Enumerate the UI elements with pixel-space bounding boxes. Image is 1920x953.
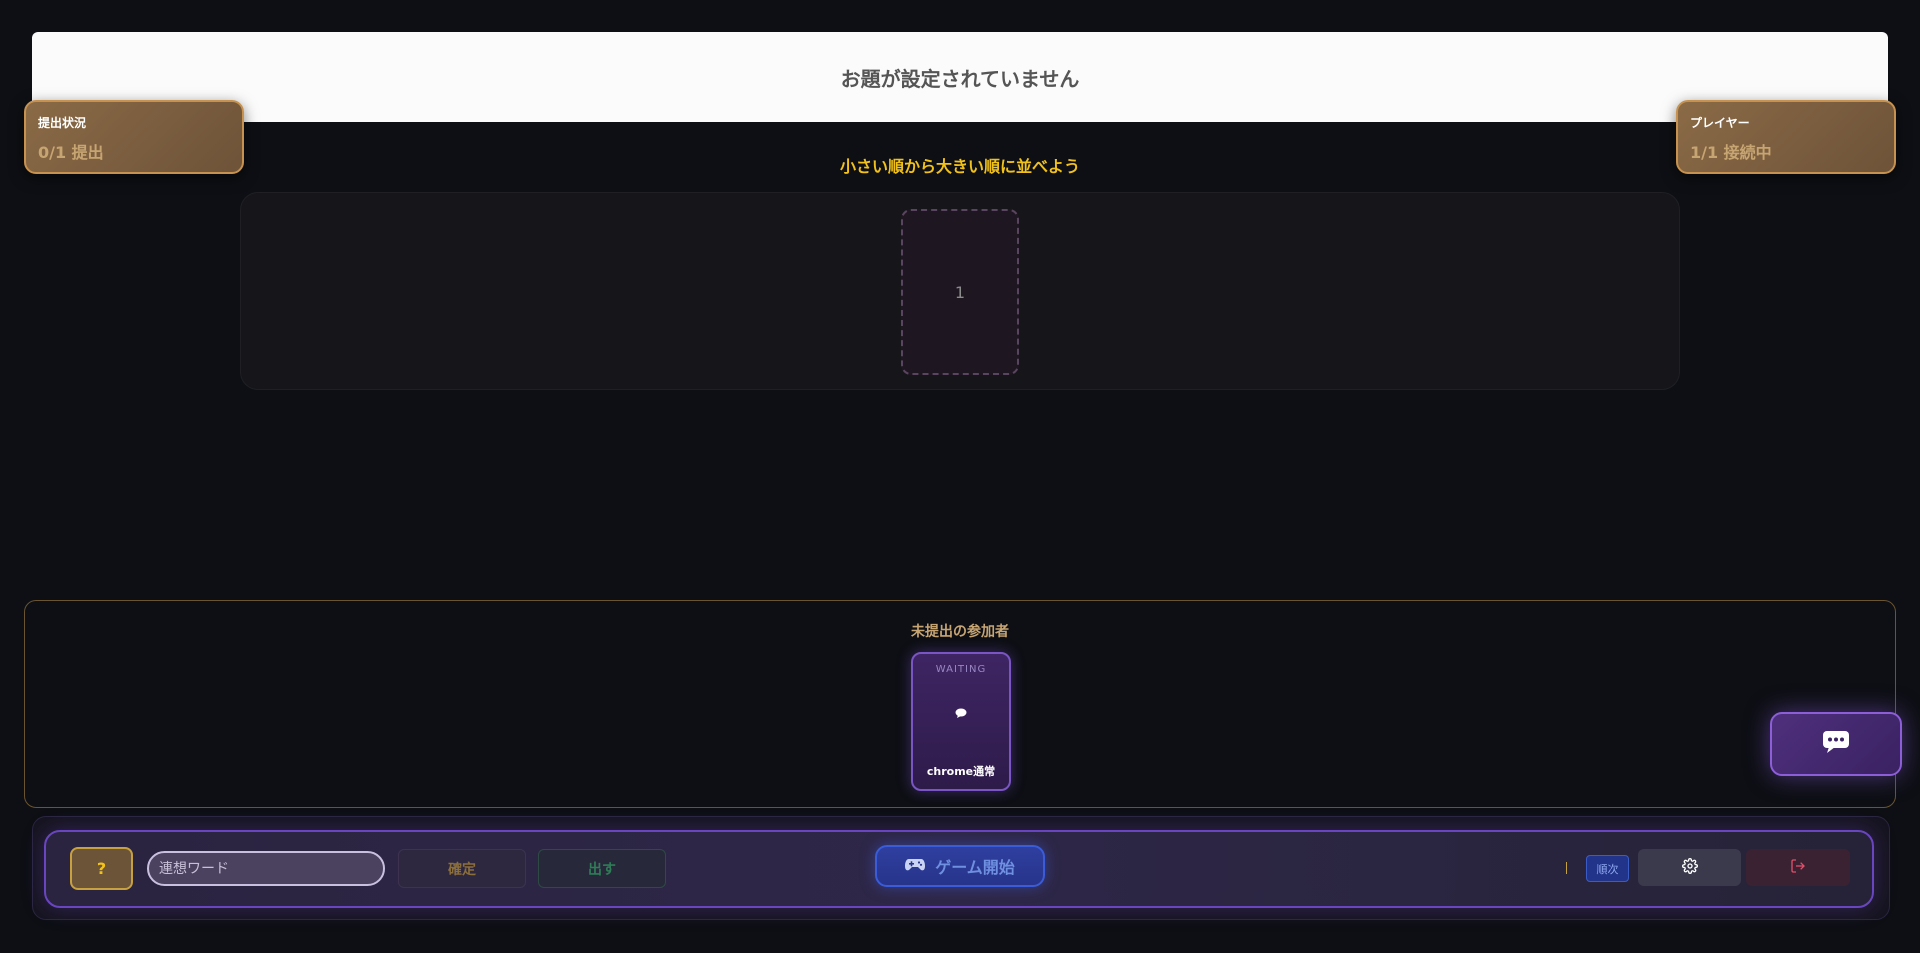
confirm-button[interactable]: 確定: [398, 849, 526, 888]
card-arrange-area: 1: [240, 192, 1680, 390]
players-status-label: プレイヤー: [1690, 116, 1750, 130]
association-word-input[interactable]: [147, 851, 385, 886]
card-slot[interactable]: 1: [901, 209, 1019, 375]
start-game-button[interactable]: ゲーム開始: [875, 845, 1045, 887]
logout-icon: [1790, 858, 1806, 878]
speech-bubble-icon: [955, 703, 967, 722]
start-game-label: ゲーム開始: [935, 858, 1015, 877]
topic-banner: お題が設定されていません: [32, 32, 1888, 122]
gear-icon: [1681, 857, 1698, 878]
player-status: WAITING: [935, 664, 987, 675]
topic-text: お題が設定されていません: [840, 66, 1080, 91]
chat-icon: [1822, 730, 1850, 758]
pending-title: 未提出の参加者: [911, 624, 1009, 640]
submission-status-label: 提出状況: [38, 116, 87, 130]
order-mode-badge[interactable]: 順次: [1586, 855, 1629, 882]
pending-participants-panel: 未提出の参加者 WAITING chrome通常: [24, 600, 1896, 808]
player-name: chrome通常: [926, 765, 996, 778]
chat-button[interactable]: [1770, 712, 1902, 776]
help-button[interactable]: ?: [70, 847, 133, 890]
submit-button[interactable]: 出す: [538, 849, 666, 888]
divider: [1566, 862, 1567, 874]
exit-button[interactable]: [1746, 849, 1850, 886]
gamepad-icon: [905, 857, 926, 876]
settings-button[interactable]: [1638, 849, 1741, 886]
player-card[interactable]: WAITING chrome通常: [911, 652, 1011, 791]
sort-instruction: 小さい順から大きい順に並べよう: [839, 157, 1080, 176]
